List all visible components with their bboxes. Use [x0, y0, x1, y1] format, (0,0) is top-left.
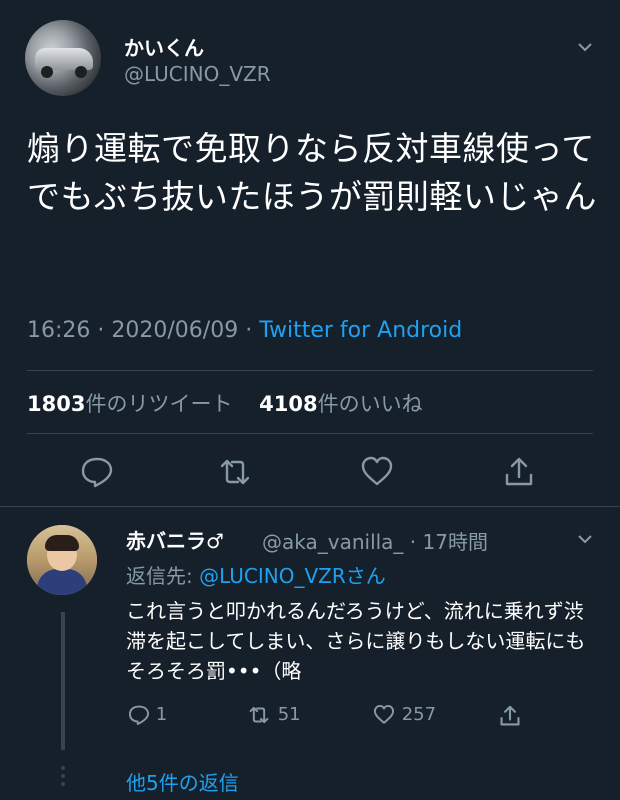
retweet-icon[interactable] — [218, 455, 252, 489]
reply-handle-time[interactable]: @aka_vanilla_ · 17時間 — [262, 526, 488, 555]
reply-to-label: 返信先: — [126, 564, 200, 588]
avatar[interactable] — [25, 20, 101, 96]
chevron-down-icon[interactable] — [578, 532, 592, 546]
reply-icon[interactable] — [80, 455, 114, 489]
meta-separator: · — [90, 318, 112, 343]
user-handle[interactable]: @LUCINO_VZR — [124, 62, 271, 86]
retweet-count: 1803 — [27, 392, 86, 416]
reply-share-action[interactable] — [498, 704, 522, 728]
divider — [0, 506, 620, 507]
tweet-time: 16:26 — [27, 318, 91, 343]
like-label: 件のいいね — [317, 392, 423, 416]
tweet-date: 2020/06/09 — [111, 318, 239, 343]
share-icon[interactable] — [502, 455, 536, 489]
chevron-down-icon[interactable] — [578, 40, 592, 54]
reply-text: これ言うと叩かれるんだろうけど、流れに乗れず渋滞を起こしてしまい、さらに譲りもし… — [126, 599, 586, 683]
reply-to: 返信先: @LUCINO_VZRさん — [126, 560, 386, 589]
tweet-meta: 16:26 · 2020/06/09 · Twitter for Android — [27, 318, 462, 343]
tweet-text: 煽り運転で免取りなら反対車線使ってでもぶち抜いたほうが罰則軽いじゃん — [27, 129, 597, 216]
tweet-source-link[interactable]: Twitter for Android — [259, 318, 462, 343]
reply-avatar[interactable] — [27, 525, 97, 595]
tweet-stats: 1803件のリツイート 4108件のいいね — [27, 388, 423, 418]
divider — [27, 433, 593, 434]
thread-dots — [61, 766, 65, 790]
reply-like-count: 257 — [401, 704, 437, 725]
reply-retweet-action[interactable]: 51 — [246, 704, 301, 726]
share-icon — [500, 705, 520, 726]
meta-separator: · — [238, 318, 260, 343]
heart-icon — [373, 704, 395, 724]
like-stat[interactable]: 4108件のいいね — [259, 392, 422, 416]
reply-reply-action[interactable]: 1 — [128, 704, 167, 726]
reply-display-name[interactable]: 赤バニラ♂ — [126, 525, 224, 554]
retweet-stat[interactable]: 1803件のリツイート — [27, 392, 232, 416]
reply-to-link[interactable]: @LUCINO_VZRさん — [199, 564, 386, 588]
thread-line — [61, 612, 65, 750]
reply-like-action[interactable]: 257 — [372, 704, 436, 726]
reply-icon — [128, 705, 150, 726]
show-more-replies-link[interactable]: 他5件の返信 — [126, 767, 239, 796]
like-count: 4108 — [259, 392, 318, 416]
heart-icon[interactable] — [360, 455, 394, 489]
retweet-icon — [249, 706, 269, 724]
divider — [27, 370, 593, 371]
reply-count: 1 — [155, 704, 168, 725]
display-name[interactable]: かいくん — [124, 32, 204, 61]
reply-retweet-count: 51 — [277, 704, 301, 725]
retweet-label: 件のリツイート — [85, 392, 233, 416]
